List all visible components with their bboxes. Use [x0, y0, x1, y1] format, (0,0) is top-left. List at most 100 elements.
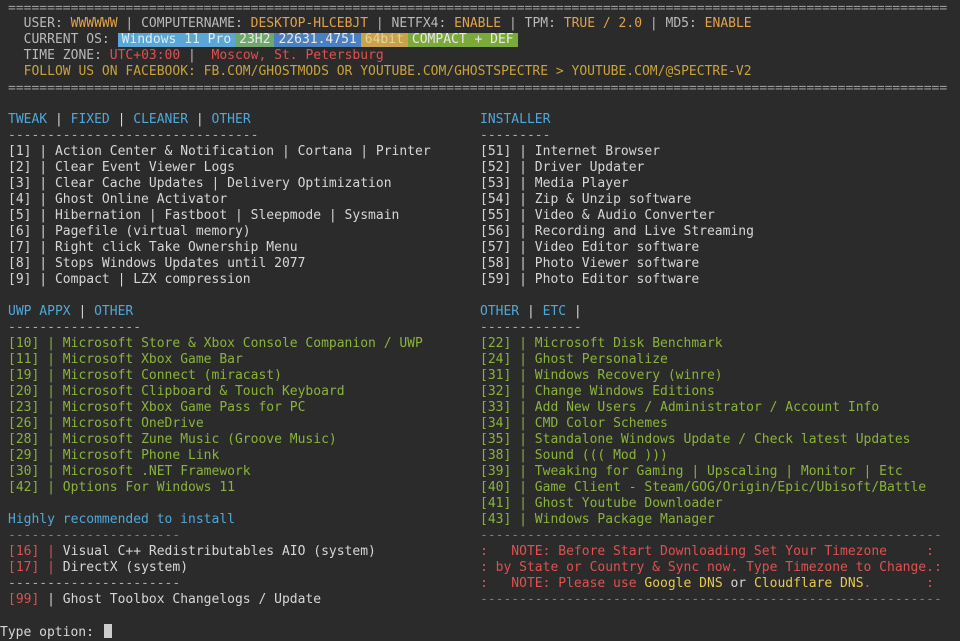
option-number: [35] [480, 432, 512, 447]
option-number: [59] [480, 272, 512, 287]
menu-option[interactable]: [20] | Microsoft Clipboard & Touch Keybo… [8, 384, 345, 400]
tpm-label: TPM: [524, 16, 556, 31]
menu-option[interactable]: [59] | Photo Editor software [480, 272, 699, 288]
prompt-label: Type option: [0, 625, 94, 640]
menu-option[interactable]: [2] | Clear Event Viewer Logs [8, 160, 235, 176]
menu-option[interactable]: [6] | Pagefile (virtual memory) [8, 224, 251, 240]
menu-option[interactable]: [1] | Action Center & Notification | Cor… [8, 144, 431, 160]
uwp-section-title: UWP APPX | OTHER [8, 304, 134, 319]
os-arch-tag: 64bit [360, 33, 408, 47]
menu-option[interactable]: [11] | Microsoft Xbox Game Bar [8, 352, 243, 368]
menu-option[interactable]: [41] | Ghost Youtube Downloader [480, 496, 723, 512]
recommended-rule-top: ---------------------- [8, 528, 181, 543]
menu-option[interactable]: [30] | Microsoft .NET Framework [8, 464, 251, 480]
option-label: Microsoft Store & Xbox Console Companion… [62, 336, 423, 351]
header-rule-top: ========================================… [8, 1, 948, 16]
menu-option[interactable]: [52] | Driver Updater [480, 160, 644, 176]
user-value: WWWWWW [70, 16, 118, 31]
menu-option[interactable]: [7] | Right click Take Ownership Menu [8, 240, 298, 256]
note-line-3-prefix: : NOTE: Please use [480, 576, 645, 591]
option-label: Tweaking for Gaming | Upscaling | Monito… [534, 464, 903, 479]
recommended-rule-bottom: ---------------------- [8, 576, 181, 591]
option-number: [19] [8, 368, 40, 383]
menu-option[interactable]: [8] | Stops Windows Updates until 2077 [8, 256, 305, 272]
menu-option[interactable]: [57] | Video Editor software [480, 240, 699, 256]
option-number: [9] [8, 272, 32, 287]
option-label: Microsoft Disk Benchmark [534, 336, 723, 351]
menu-option[interactable]: [33] | Add New Users / Administrator / A… [480, 400, 879, 416]
menu-option[interactable]: [4] | Ghost Online Activator [8, 192, 227, 208]
menu-option[interactable]: [19] | Microsoft Connect (miracast) [8, 368, 282, 384]
option-number: [1] [8, 144, 32, 159]
os-mode-tag: COMPACT + DEF [407, 33, 518, 47]
menu-option[interactable]: [56] | Recording and Live Streaming [480, 224, 754, 240]
option-label: Microsoft Phone Link [62, 448, 220, 463]
option-label: Compact | LZX compression [54, 272, 251, 287]
option-number: [30] [8, 464, 40, 479]
other-title: OTHER [211, 112, 251, 127]
menu-option[interactable]: [34] | CMD Color Schemes [480, 416, 668, 432]
computername-value: DESKTOP-HLCEBJT [250, 16, 369, 31]
menu-option[interactable]: [58] | Photo Viewer software [480, 256, 699, 272]
option-label: Ghost Personalize [534, 352, 668, 367]
option-label: Ghost Online Activator [54, 192, 228, 207]
fixed-title: FIXED [70, 112, 110, 127]
option-number: [20] [8, 384, 40, 399]
computername-label: COMPUTERNAME: [141, 16, 243, 31]
menu-option[interactable]: [40] | Game Client - Steam/GOG/Origin/Ep… [480, 480, 926, 496]
note-line-2: : by State or Country & Sync now. Type T… [480, 560, 942, 575]
option-number: [43] [480, 512, 512, 527]
menu-option[interactable]: [35] | Standalone Windows Update / Check… [480, 432, 910, 448]
menu-option[interactable]: [17] | DirectX (system) [8, 560, 188, 576]
menu-option[interactable]: [42] | Options For Windows 11 [8, 480, 235, 496]
option-label: Ghost Toolbox Changelogs / Update [62, 592, 322, 607]
google-dns: Google DNS [644, 576, 723, 591]
menu-option[interactable]: [10] | Microsoft Store & Xbox Console Co… [8, 336, 423, 352]
menu-option[interactable]: [38] | Sound ((( Mod ))) [480, 448, 668, 464]
menu-option[interactable]: [28] | Microsoft Zune Music (Groove Musi… [8, 432, 337, 448]
changelog-option[interactable]: [99] | Ghost Toolbox Changelogs / Update [8, 592, 321, 608]
menu-option[interactable]: [22] | Microsoft Disk Benchmark [480, 336, 723, 352]
note-rule-top: ----------------------------------------… [480, 528, 942, 543]
option-number: [41] [480, 496, 512, 511]
option-label: Ghost Youtube Downloader [534, 496, 723, 511]
menu-option[interactable]: [16] | Visual C++ Redistributables AIO (… [8, 544, 376, 560]
option-number: [58] [480, 256, 512, 271]
option-number: [99] [8, 592, 40, 607]
option-number: [55] [480, 208, 512, 223]
option-label: Microsoft Xbox Game Bar [62, 352, 243, 367]
menu-option[interactable]: [43] | Windows Package Manager [480, 512, 715, 528]
option-label: Microsoft .NET Framework [62, 464, 251, 479]
note-rule-bottom: ----------------------------------------… [480, 592, 942, 607]
option-label: Clear Event Viewer Logs [54, 160, 235, 175]
follow-text: FOLLOW US ON FACEBOOK: FB.COM/GHOSTMODS … [23, 64, 752, 79]
option-label: Add New Users / Administrator / Account … [534, 400, 880, 415]
menu-option[interactable]: [5] | Hibernation | Fastboot | Sleepmode… [8, 208, 399, 224]
menu-option[interactable]: [26] | Microsoft OneDrive [8, 416, 204, 432]
option-label: Photo Viewer software [534, 256, 700, 271]
other-rule: ------------- [480, 320, 582, 335]
option-label: Recording and Live Streaming [534, 224, 754, 239]
option-label: Standalone Windows Update / Check latest… [534, 432, 911, 447]
menu-option[interactable]: [31] | Windows Recovery (winre) [480, 368, 723, 384]
os-line: CURRENT OS: Windows 11 Pro 23H2 22631.4751… [8, 32, 518, 48]
command-prompt[interactable]: Type option: [0, 624, 112, 640]
option-label: Clear Cache Updates | Delivery Optimizat… [54, 176, 392, 191]
menu-option[interactable]: [51] | Internet Browser [480, 144, 660, 160]
menu-option[interactable]: [3] | Clear Cache Updates | Delivery Opt… [8, 176, 392, 192]
timezone-value: UTC+03:00 [109, 48, 181, 63]
menu-option[interactable]: [24] | Ghost Personalize [480, 352, 668, 368]
tpm-value: TRUE / 2.0 [563, 16, 643, 31]
option-number: [39] [480, 464, 512, 479]
menu-option[interactable]: [55] | Video & Audio Converter [480, 208, 715, 224]
menu-option[interactable]: [29] | Microsoft Phone Link [8, 448, 219, 464]
menu-option[interactable]: [9] | Compact | LZX compression [8, 272, 251, 288]
option-label: Game Client - Steam/GOG/Origin/Epic/Ubis… [534, 480, 927, 495]
menu-option[interactable]: [23] | Microsoft Xbox Game Pass for PC [8, 400, 305, 416]
option-label: Options For Windows 11 [62, 480, 235, 495]
menu-option[interactable]: [32] | Change Windows Editions [480, 384, 715, 400]
menu-option[interactable]: [54] | Zip & Unzip software [480, 192, 691, 208]
menu-option[interactable]: [53] | Media Player [480, 176, 629, 192]
option-number: [2] [8, 160, 32, 175]
menu-option[interactable]: [39] | Tweaking for Gaming | Upscaling |… [480, 464, 903, 480]
